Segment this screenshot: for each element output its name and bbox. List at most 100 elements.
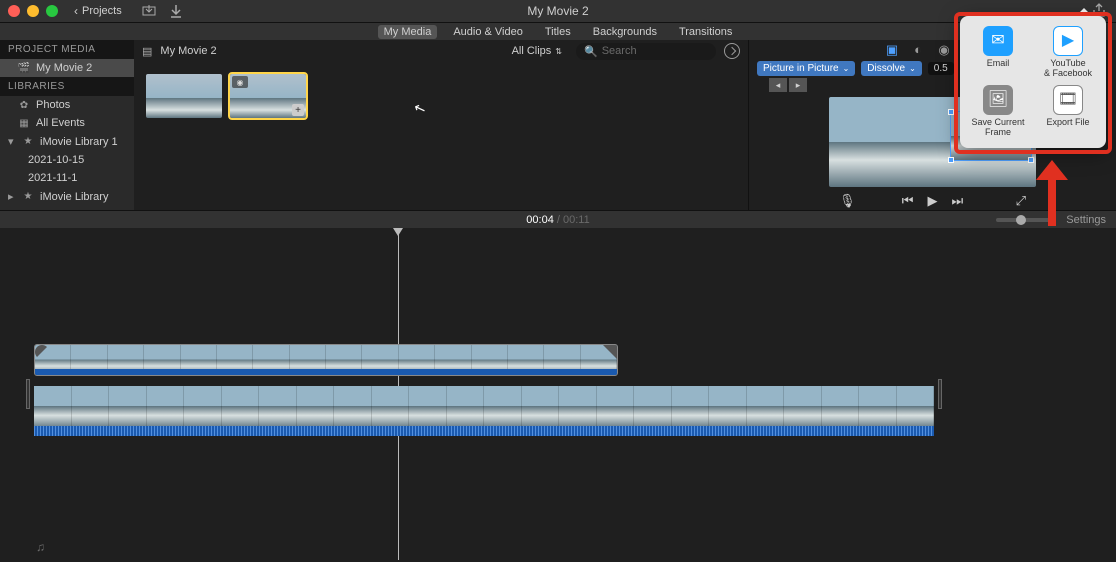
- clapper-icon: 🎬: [18, 62, 30, 74]
- fullscreen-icon[interactable]: ⤢: [1016, 193, 1026, 209]
- search-placeholder: Search: [602, 45, 637, 57]
- next-edit-button[interactable]: ▸: [789, 78, 807, 92]
- section-libraries: LIBRARIES: [0, 77, 134, 96]
- close-window-button[interactable]: [8, 5, 20, 17]
- next-button[interactable]: ⏭: [952, 193, 964, 209]
- overlay-icon[interactable]: ▣: [884, 42, 900, 58]
- zoom-slider[interactable]: [996, 218, 1056, 222]
- clip-start-handle[interactable]: [26, 379, 30, 409]
- disclosure-triangle-icon[interactable]: ▸: [8, 190, 16, 203]
- tab-transitions[interactable]: Transitions: [673, 25, 738, 39]
- window-controls: [8, 5, 58, 17]
- share-button[interactable]: [1092, 3, 1106, 17]
- prev-edit-button[interactable]: ◂: [769, 78, 787, 92]
- star-icon: ★: [22, 136, 34, 148]
- media-browser-header: ▤ My Movie 2 All Clips ⇅ 🔍 Search: [134, 40, 748, 62]
- sidebar-item-library-1[interactable]: ▾ ★ iMovie Library 1: [0, 132, 134, 151]
- sidebar-item-event-2[interactable]: 2021-11-1: [0, 169, 134, 187]
- overlay-mode-popup[interactable]: Picture in Picture⌄: [757, 61, 855, 76]
- section-project-media: PROJECT MEDIA: [0, 40, 134, 59]
- resize-handle[interactable]: [948, 109, 954, 115]
- clip-end-handle[interactable]: [938, 379, 942, 409]
- thumbnail-options-button[interactable]: [724, 43, 740, 59]
- color-balance-icon[interactable]: ◐: [910, 42, 926, 57]
- clip-thumbnail-grid: ◉ +: [134, 62, 748, 130]
- timeline-header: 00:04 / 00:11 Settings: [0, 210, 1116, 228]
- image-icon: 🖼: [983, 85, 1013, 115]
- timeline[interactable]: ♫: [0, 228, 1116, 560]
- voiceover-icon[interactable]: 🎙: [839, 193, 856, 209]
- camera-icon: ◉: [232, 76, 248, 88]
- event-name: My Movie 2: [160, 45, 216, 57]
- transition-duration-field[interactable]: 0.5: [928, 62, 954, 75]
- chevron-down-icon: ⌄: [909, 64, 916, 73]
- video-play-icon: ▶: [1053, 26, 1083, 56]
- clip-filter-popup[interactable]: All Clips ⇅: [506, 44, 568, 58]
- share-export-button[interactable]: 🎞 Export File: [1034, 85, 1102, 138]
- share-label: Export File: [1046, 118, 1089, 128]
- tab-audio-video[interactable]: Audio & Video: [447, 25, 529, 39]
- transition-popup[interactable]: Dissolve⌄: [861, 61, 922, 76]
- share-email-button[interactable]: ✉ Email: [964, 26, 1032, 79]
- list-view-icon[interactable]: ▤: [142, 45, 152, 58]
- download-icon[interactable]: [170, 4, 182, 18]
- clip-thumbnail-selected[interactable]: ◉ +: [230, 74, 306, 118]
- clip-thumbnail[interactable]: [146, 74, 222, 118]
- share-label: Save Current Frame: [964, 118, 1032, 138]
- sidebar-item-project[interactable]: 🎬 My Movie 2: [0, 59, 134, 77]
- library-sidebar: PROJECT MEDIA 🎬 My Movie 2 LIBRARIES ✿ P…: [0, 40, 134, 210]
- sidebar-item-library-2[interactable]: ▸ ★ iMovie Library: [0, 187, 134, 206]
- search-icon: 🔍: [584, 45, 598, 58]
- tab-titles[interactable]: Titles: [539, 25, 577, 39]
- projects-back-button[interactable]: ‹ Projects: [74, 4, 122, 18]
- share-youtube-button[interactable]: ▶ YouTube & Facebook: [1034, 26, 1102, 79]
- share-popover: ✉ Email ▶ YouTube & Facebook 🖼 Save Curr…: [960, 16, 1106, 148]
- prev-button[interactable]: ⏮: [902, 193, 914, 209]
- clip-audio-waveform[interactable]: [34, 426, 934, 436]
- chevron-left-icon: ‹: [74, 4, 78, 18]
- window-titlebar: ‹ Projects My Movie 2: [0, 0, 1116, 22]
- sidebar-item-label: iMovie Library 1: [40, 136, 118, 148]
- share-label: YouTube & Facebook: [1044, 59, 1092, 79]
- tab-my-media[interactable]: My Media: [378, 25, 438, 39]
- projects-label: Projects: [82, 5, 122, 17]
- star-icon: ★: [22, 191, 34, 203]
- photos-icon: ✿: [18, 99, 30, 111]
- color-correction-icon[interactable]: ◉: [936, 42, 952, 58]
- resize-handle[interactable]: [948, 157, 954, 163]
- music-track-icon: ♫: [36, 540, 45, 554]
- film-icon: 🎞: [1053, 85, 1083, 115]
- sidebar-item-label: My Movie 2: [36, 62, 92, 74]
- sidebar-item-event-1[interactable]: 2021-10-15: [0, 151, 134, 169]
- chevron-down-icon: ⌄: [843, 64, 850, 73]
- minimize-window-button[interactable]: [27, 5, 39, 17]
- timeline-timecode: 00:04 / 00:11: [526, 214, 589, 226]
- clip-audio-waveform[interactable]: [35, 369, 617, 375]
- add-icon[interactable]: +: [292, 104, 304, 116]
- import-icon[interactable]: [142, 4, 156, 18]
- share-label: Email: [987, 59, 1010, 69]
- search-field[interactable]: 🔍 Search: [576, 43, 716, 60]
- playback-controls: 🎙 ⏮ ▶ ⏭ ⤢: [749, 191, 1116, 210]
- sidebar-item-label: Photos: [36, 99, 70, 111]
- sidebar-item-photos[interactable]: ✿ Photos: [0, 96, 134, 114]
- sidebar-item-label: 2021-11-1: [28, 172, 77, 184]
- primary-clip[interactable]: [34, 386, 934, 436]
- disclosure-triangle-icon[interactable]: ▾: [8, 135, 16, 148]
- window-title: My Movie 2: [527, 4, 588, 18]
- sidebar-item-label: All Events: [36, 117, 85, 129]
- overlay-clip[interactable]: [34, 344, 618, 376]
- sidebar-item-label: 2021-10-15: [28, 154, 84, 166]
- sidebar-item-all-events[interactable]: ▦ All Events: [0, 114, 134, 132]
- media-browser: ▤ My Movie 2 All Clips ⇅ 🔍 Search ◉ +: [134, 40, 748, 210]
- tab-backgrounds[interactable]: Backgrounds: [587, 25, 663, 39]
- settings-button[interactable]: Settings: [1066, 214, 1106, 226]
- resize-handle[interactable]: [1028, 157, 1034, 163]
- media-tabs: My Media Audio & Video Titles Background…: [0, 22, 1116, 40]
- play-button[interactable]: ▶: [928, 193, 938, 209]
- sidebar-item-label: iMovie Library: [40, 191, 108, 203]
- share-save-frame-button[interactable]: 🖼 Save Current Frame: [964, 85, 1032, 138]
- secondary-track: [34, 344, 618, 376]
- zoom-window-button[interactable]: [46, 5, 58, 17]
- primary-track: [34, 386, 934, 436]
